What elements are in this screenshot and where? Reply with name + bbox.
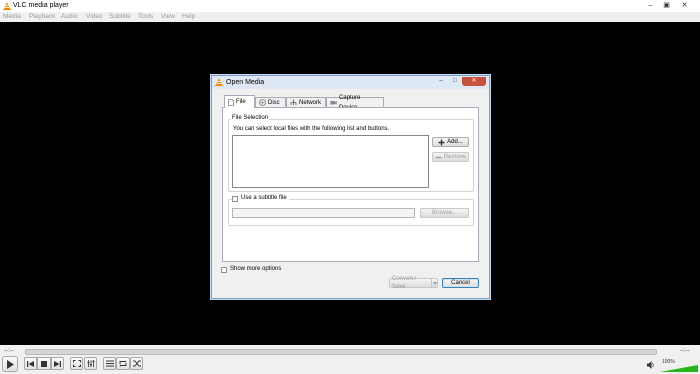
menu-playback[interactable]: Playback: [29, 12, 55, 22]
menu-bar: Media Playback Audio Video Subtitle Tool…: [0, 12, 700, 22]
dialog-title-bar: Open Media – □ ✕: [212, 76, 489, 89]
seek-bar[interactable]: [25, 349, 657, 355]
dialog-title: Open Media: [226, 79, 265, 86]
tab-network-label: Network: [299, 99, 322, 106]
extended-settings-button[interactable]: [84, 357, 97, 370]
menu-subtitle[interactable]: Subtitle: [109, 12, 131, 22]
close-icon[interactable]: ✕: [462, 77, 486, 86]
add-icon: [438, 139, 445, 145]
remove-button[interactable]: Remove: [432, 152, 469, 162]
open-media-dialog: Open Media – □ ✕ File Disc Network Captu…: [211, 75, 490, 299]
shuffle-icon: [132, 360, 141, 367]
menu-audio[interactable]: Audio: [61, 12, 78, 22]
extended-settings-icon: [87, 360, 94, 367]
play-button[interactable]: [2, 356, 18, 372]
subtitle-file-field[interactable]: [232, 208, 415, 218]
show-more-options[interactable]: Show more options: [221, 266, 281, 273]
cancel-button-label: Cancel: [451, 280, 470, 286]
tab-disc-label: Disc: [268, 99, 280, 106]
menu-help[interactable]: Help: [182, 12, 195, 22]
playlist-icon: [105, 360, 114, 367]
browse-button-label: Browse...: [431, 210, 457, 216]
previous-button[interactable]: [24, 357, 37, 370]
playlist-button[interactable]: [103, 357, 116, 370]
maximize-icon[interactable]: ▣: [662, 1, 671, 10]
show-more-label: Show more options: [230, 266, 282, 272]
file-icon: [228, 98, 234, 106]
file-selection-description: You can select local files with the foll…: [233, 126, 390, 132]
next-button[interactable]: [51, 357, 64, 370]
play-icon: [7, 359, 14, 369]
menu-video[interactable]: Video: [86, 12, 103, 22]
file-tab-panel: File Selection You can select local file…: [222, 107, 479, 262]
fullscreen-button[interactable]: [70, 357, 83, 370]
tab-network[interactable]: Network: [286, 97, 326, 107]
tab-file-label: File: [236, 99, 246, 105]
loop-icon: [119, 360, 127, 367]
convert-save-label: Convert / Save: [392, 276, 417, 290]
add-button-label: Add...: [447, 139, 463, 145]
next-icon: [54, 360, 61, 367]
loop-button[interactable]: [116, 357, 130, 370]
vlc-cone-icon: [3, 2, 11, 10]
cancel-button[interactable]: Cancel: [442, 278, 479, 288]
stop-button[interactable]: [37, 357, 51, 370]
menu-tools[interactable]: Tools: [138, 12, 153, 22]
remove-icon: [435, 156, 442, 158]
shuffle-button[interactable]: [130, 357, 143, 370]
tab-file[interactable]: File: [224, 95, 255, 108]
subtitle-checkbox[interactable]: [232, 195, 238, 202]
fullscreen-icon: [72, 360, 81, 367]
volume-slider[interactable]: [660, 365, 698, 372]
menu-media[interactable]: Media: [3, 12, 21, 22]
close-icon[interactable]: ✕: [680, 1, 689, 10]
dropdown-arrow-icon: [432, 281, 437, 285]
convert-save-button[interactable]: Convert / Save: [389, 276, 432, 290]
window-title: VLC media player: [13, 2, 69, 9]
title-bar: VLC media player – ▣ ✕: [0, 0, 700, 12]
volume-icon[interactable]: [647, 361, 655, 369]
convert-dropdown-button[interactable]: [431, 278, 438, 288]
tab-capture-device[interactable]: Capture Device: [326, 95, 384, 111]
menu-view[interactable]: View: [161, 12, 175, 22]
add-button[interactable]: Add...: [432, 137, 469, 147]
subtitle-checkbox-label: Use a subtitle file: [241, 195, 287, 201]
tab-disc[interactable]: Disc: [255, 97, 286, 107]
disc-icon: [259, 99, 266, 106]
time-total: --:--: [680, 348, 690, 354]
subtitle-checkbox-row[interactable]: Use a subtitle file: [232, 195, 289, 202]
maximize-icon[interactable]: □: [448, 77, 462, 86]
vlc-cone-icon: [215, 78, 223, 86]
stop-icon: [41, 360, 47, 367]
remove-button-label: Remove: [443, 154, 467, 160]
minimize-icon[interactable]: –: [646, 1, 655, 10]
file-list[interactable]: [232, 135, 429, 188]
network-icon: [290, 99, 297, 105]
show-more-checkbox[interactable]: [221, 266, 227, 273]
time-elapsed: --:--: [4, 348, 14, 354]
controls-bar: --:-- --:-- 100%: [0, 345, 700, 374]
minimize-icon[interactable]: –: [434, 77, 448, 86]
browse-button[interactable]: Browse...: [420, 208, 469, 218]
capture-device-icon: [330, 101, 337, 105]
file-selection-label: File Selection: [231, 115, 270, 122]
previous-icon: [27, 360, 34, 367]
